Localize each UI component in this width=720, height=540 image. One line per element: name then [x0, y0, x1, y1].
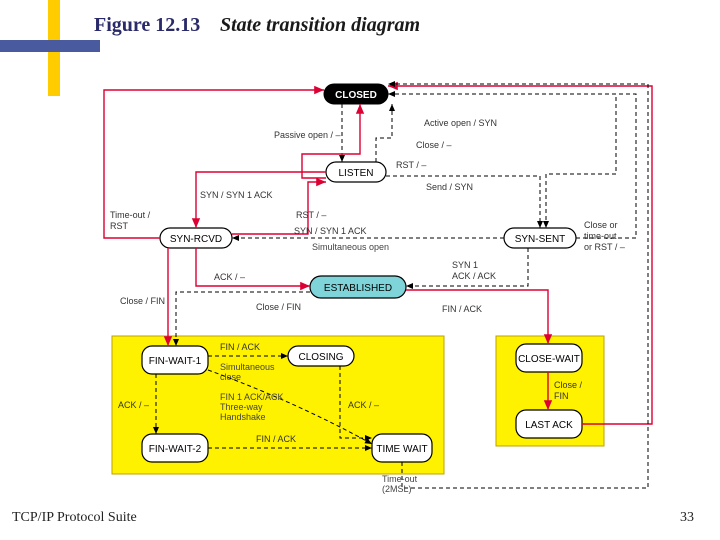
svg-text:SYN / SYN 1 ACK: SYN / SYN 1 ACK: [294, 226, 367, 236]
svg-text:FIN / ACK: FIN / ACK: [256, 434, 296, 444]
svg-text:CLOSED: CLOSED: [335, 90, 377, 101]
state-transition-diagram: CLOSED LISTEN SYN-RCVD SYN-SENT ESTABLIS…: [96, 78, 660, 494]
svg-text:CLOSE-​WAIT: CLOSE-​WAIT: [518, 354, 580, 365]
svg-text:Send / SYN: Send / SYN: [426, 182, 473, 192]
svg-text:Three-way: Three-way: [220, 402, 263, 412]
svg-text:or RST / –: or RST / –: [584, 242, 625, 252]
svg-text:Close / –: Close / –: [416, 140, 452, 150]
state-syn-rcvd: SYN-RCVD: [160, 228, 232, 248]
svg-text:RST: RST: [110, 221, 129, 231]
state-time-wait: TIME​ WAIT: [372, 434, 432, 462]
state-closed: CLOSED: [324, 84, 388, 104]
svg-text:Active open / SYN: Active open / SYN: [424, 118, 497, 128]
svg-text:Time-out /: Time-out /: [110, 210, 151, 220]
state-established: ESTABLISHED: [310, 276, 406, 298]
svg-text:close: close: [220, 372, 241, 382]
state-fin-wait-1: FIN-​WAIT-1: [142, 346, 208, 374]
svg-text:Close or: Close or: [584, 220, 618, 230]
svg-text:TIME​ WAIT: TIME​ WAIT: [376, 444, 427, 455]
svg-text:FIN-​WAIT-1: FIN-​WAIT-1: [149, 356, 202, 367]
svg-text:Close / FIN: Close / FIN: [256, 302, 301, 312]
svg-text:Passive open / –: Passive open / –: [274, 130, 341, 140]
state-last-ack: LAST​ ACK: [516, 410, 582, 438]
state-listen: LISTEN: [326, 162, 386, 182]
state-syn-sent: SYN-SENT: [504, 228, 576, 248]
svg-text:(2MSL): (2MSL): [382, 484, 412, 494]
svg-text:SYN 1: SYN 1: [452, 260, 478, 270]
svg-text:Close /: Close /: [554, 380, 583, 390]
svg-text:SYN-SENT: SYN-SENT: [515, 234, 566, 245]
svg-text:Time-out: Time-out: [382, 474, 418, 484]
state-close-wait: CLOSE-​WAIT: [516, 344, 582, 372]
edge-listen-closed: [376, 104, 392, 162]
svg-text:FIN: FIN: [554, 391, 569, 401]
svg-text:FIN / ACK: FIN / ACK: [442, 304, 482, 314]
figure-number: Figure 12.13: [94, 14, 200, 37]
svg-text:RST / –: RST / –: [396, 160, 426, 170]
svg-text:ACK / ACK: ACK / ACK: [452, 271, 496, 281]
svg-text:SYN-RCVD: SYN-RCVD: [170, 234, 222, 245]
svg-text:time-out: time-out: [584, 231, 617, 241]
svg-text:Simultaneous open: Simultaneous open: [312, 242, 389, 252]
svg-text:CLOSING: CLOSING: [298, 352, 343, 363]
slide-accent-horizontal: [0, 40, 100, 52]
svg-text:LAST​ ACK: LAST​ ACK: [525, 420, 573, 431]
footer-left: TCP/IP Protocol Suite: [12, 510, 137, 526]
svg-text:SYN / SYN 1 ACK: SYN / SYN 1 ACK: [200, 190, 273, 200]
svg-text:Handshake: Handshake: [220, 412, 266, 422]
svg-text:ACK / –: ACK / –: [348, 400, 379, 410]
svg-text:FIN 1 ACK/ACK: FIN 1 ACK/ACK: [220, 392, 284, 402]
svg-text:RST / –: RST / –: [296, 210, 326, 220]
svg-text:FIN-​WAIT-2: FIN-​WAIT-2: [149, 444, 202, 455]
svg-text:Close / FIN: Close / FIN: [120, 296, 165, 306]
svg-text:FIN / ACK: FIN / ACK: [220, 342, 260, 352]
state-closing: CLOSING: [288, 346, 354, 366]
page-number: 33: [680, 510, 694, 526]
svg-text:ACK / –: ACK / –: [214, 272, 245, 282]
figure-title: State transition diagram: [220, 14, 420, 37]
svg-text:ESTABLISHED: ESTABLISHED: [324, 283, 392, 294]
svg-text:ACK / –: ACK / –: [118, 400, 149, 410]
svg-text:LISTEN: LISTEN: [338, 168, 373, 179]
state-fin-wait-2: FIN-​WAIT-2: [142, 434, 208, 462]
svg-text:Simultaneous: Simultaneous: [220, 362, 275, 372]
